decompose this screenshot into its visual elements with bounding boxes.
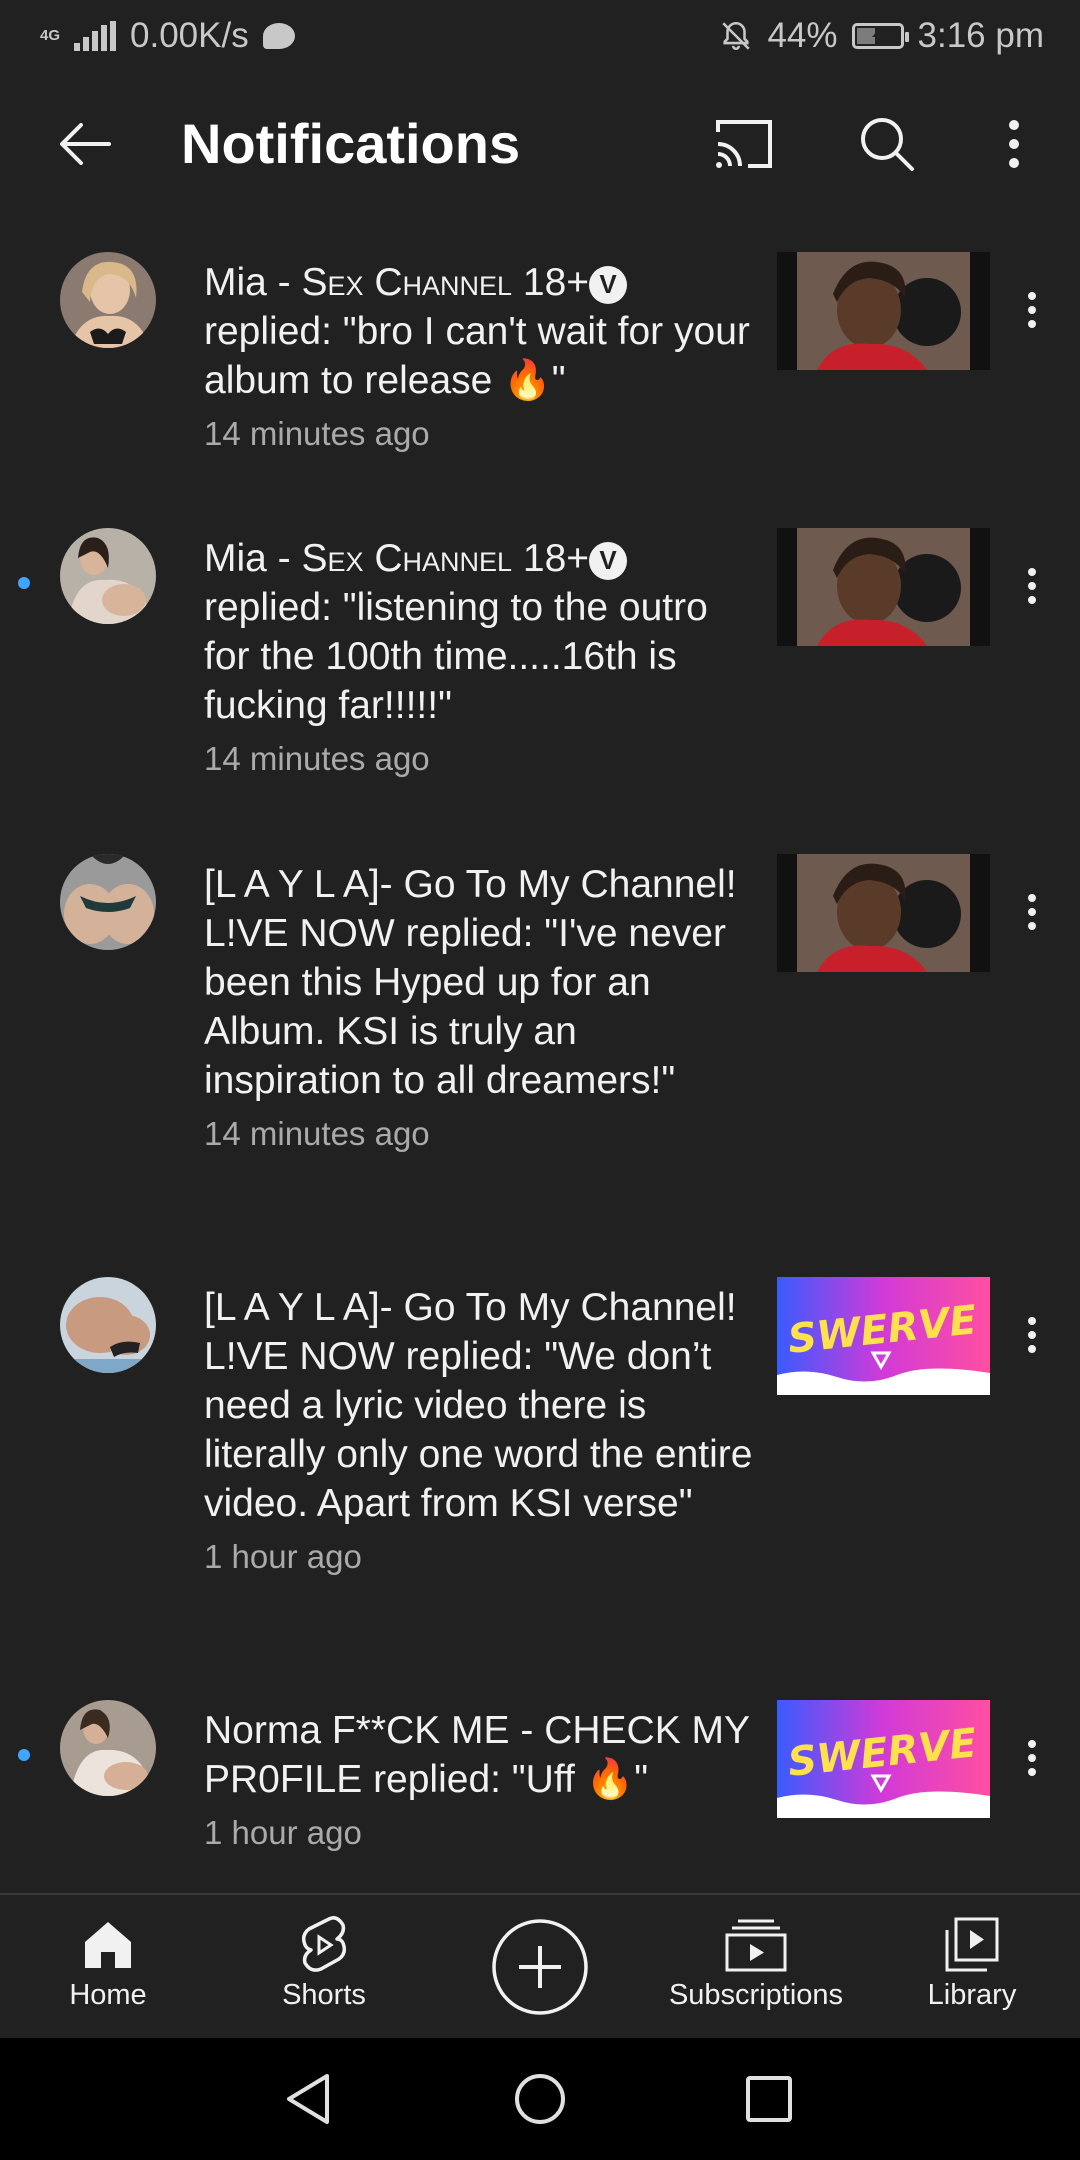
more-vert-icon — [1028, 894, 1036, 930]
author-name: Mia - S — [204, 537, 328, 580]
shorts-icon — [301, 1916, 347, 1972]
comment-end: " — [634, 1758, 649, 1801]
fire-emoji: 🔥 — [585, 1758, 635, 1801]
item-more-button[interactable] — [1012, 1728, 1052, 1788]
item-more-button[interactable] — [1012, 882, 1052, 942]
verified-badge-icon: V — [589, 265, 628, 304]
page-title: Notifications — [181, 112, 521, 175]
avatar[interactable] — [60, 528, 156, 624]
video-thumbnail[interactable] — [777, 528, 990, 646]
verified-badge-icon: V — [589, 541, 628, 580]
status-left: 4G 0.00K/s — [40, 16, 295, 56]
comment-text: [L A Y L A]- Go To My Channel! L!VE NOW … — [204, 863, 737, 1102]
author-name-smallcaps: ex Channel — [327, 261, 513, 304]
message-icon — [262, 23, 295, 49]
author-name: Mia - S — [204, 261, 328, 304]
nav-subscriptions-label: Subscriptions — [668, 1979, 844, 2011]
comment-text: replied: "listening to the outro for the… — [204, 586, 708, 727]
notification-item[interactable]: [L A Y L A]- Go To My Channel! L!VE NOW … — [0, 852, 1080, 1222]
system-recents-button[interactable] — [734, 2064, 804, 2134]
app-bar: Notifications — [0, 72, 1080, 216]
more-vert-icon — [1028, 1317, 1036, 1353]
item-more-button[interactable] — [1012, 556, 1052, 616]
notification-item[interactable]: Norma F**CK ME - CHECK MY PR0FILE replie… — [0, 1698, 1080, 1888]
nav-home-label: Home — [69, 1979, 147, 2011]
avatar[interactable] — [60, 1277, 156, 1373]
nav-create[interactable] — [432, 1895, 648, 2040]
search-icon — [861, 118, 914, 171]
fire-emoji: 🔥 — [503, 359, 552, 402]
timestamp: 14 minutes ago — [204, 1115, 430, 1152]
nav-subscriptions[interactable]: Subscriptions — [648, 1895, 864, 2040]
library-icon — [945, 1917, 999, 1972]
status-bar: 4G 0.00K/s 44% 3:16 pm — [0, 0, 1080, 72]
system-back-button[interactable] — [273, 2064, 343, 2134]
back-button[interactable] — [50, 112, 120, 176]
timestamp: 1 hour ago — [204, 1814, 362, 1851]
unread-dot — [18, 1749, 30, 1761]
item-more-button[interactable] — [1012, 280, 1052, 340]
nav-shorts[interactable]: Shorts — [216, 1895, 432, 2040]
avatar[interactable] — [60, 854, 156, 950]
notification-item[interactable]: [L A Y L A]- Go To My Channel! L!VE NOW … — [0, 1275, 1080, 1655]
network-speed: 0.00K/s — [130, 16, 249, 55]
timestamp: 14 minutes ago — [204, 415, 430, 452]
video-thumbnail[interactable] — [777, 854, 990, 972]
recents-square-icon — [746, 2076, 792, 2122]
nav-home[interactable]: Home — [0, 1895, 216, 2040]
cast-button[interactable] — [704, 112, 784, 176]
notification-text: Mia - Sex Channel 18+ V replied: "listeni… — [204, 534, 764, 783]
more-vert-icon — [1028, 292, 1036, 328]
home-circle-icon — [515, 2074, 565, 2124]
signal-icon — [74, 21, 117, 51]
notification-text: [L A Y L A]- Go To My Channel! L!VE NOW … — [204, 860, 764, 1158]
author-name-suffix: 18+ — [512, 537, 590, 580]
notification-item[interactable]: Mia - Sex Channel 18+ V replied: "listeni… — [0, 526, 1080, 806]
notification-text: [L A Y L A]- Go To My Channel! L!VE NOW … — [204, 1283, 764, 1581]
video-thumbnail[interactable]: SWERVE — [777, 1700, 990, 1818]
nav-shorts-label: Shorts — [282, 1979, 366, 2011]
video-thumbnail[interactable] — [777, 252, 990, 370]
status-right: 44% 3:16 pm — [719, 16, 1044, 56]
timestamp: 14 minutes ago — [204, 740, 430, 777]
system-navigation-bar — [0, 2038, 1080, 2160]
more-options-button[interactable] — [974, 112, 1054, 176]
notification-item[interactable]: Mia - Sex Channel 18+ V replied: "bro I c… — [0, 250, 1080, 480]
more-vert-icon — [1028, 568, 1036, 604]
bottom-navigation: Home Shorts Subscriptions Library — [0, 1893, 1080, 2038]
unread-dot — [18, 577, 30, 589]
subscriptions-icon — [725, 1919, 787, 1972]
timestamp: 1 hour ago — [204, 1538, 362, 1575]
search-button[interactable] — [847, 112, 927, 176]
comment-text: replied: "bro I can't wait for your albu… — [204, 310, 750, 402]
notifications-screen: 4G 0.00K/s 44% 3:16 pm Notifications Mia… — [0, 0, 1080, 2160]
back-arrow-icon — [60, 123, 111, 165]
back-triangle-icon — [287, 2074, 329, 2124]
more-vert-icon — [1028, 1740, 1036, 1776]
create-icon — [492, 1919, 588, 2015]
notifications-off-icon — [722, 21, 751, 50]
avatar[interactable] — [60, 1700, 156, 1796]
notification-text: Mia - Sex Channel 18+ V replied: "bro I c… — [204, 258, 764, 458]
battery-percent: 44% — [767, 16, 838, 55]
home-icon — [85, 1922, 131, 1968]
cast-icon — [716, 120, 772, 168]
more-vert-icon — [1009, 120, 1019, 168]
author-name-suffix: 18+ — [512, 261, 590, 304]
network-type: 4G — [40, 27, 61, 44]
nav-library[interactable]: Library — [864, 1895, 1080, 2040]
system-home-button[interactable] — [505, 2064, 575, 2134]
clock: 3:16 pm — [917, 16, 1044, 55]
avatar[interactable] — [60, 252, 156, 348]
comment-text: Norma F**CK ME - CHECK MY PR0FILE replie… — [204, 1709, 750, 1801]
item-more-button[interactable] — [1012, 1305, 1052, 1365]
video-thumbnail[interactable]: SWERVE — [777, 1277, 990, 1395]
battery-icon — [851, 23, 909, 49]
comment-end: " — [551, 359, 566, 402]
author-name-smallcaps: ex Channel — [327, 537, 513, 580]
notification-text: Norma F**CK ME - CHECK MY PR0FILE replie… — [204, 1706, 764, 1857]
nav-library-label: Library — [927, 1979, 1017, 2011]
comment-text: [L A Y L A]- Go To My Channel! L!VE NOW … — [204, 1286, 753, 1525]
